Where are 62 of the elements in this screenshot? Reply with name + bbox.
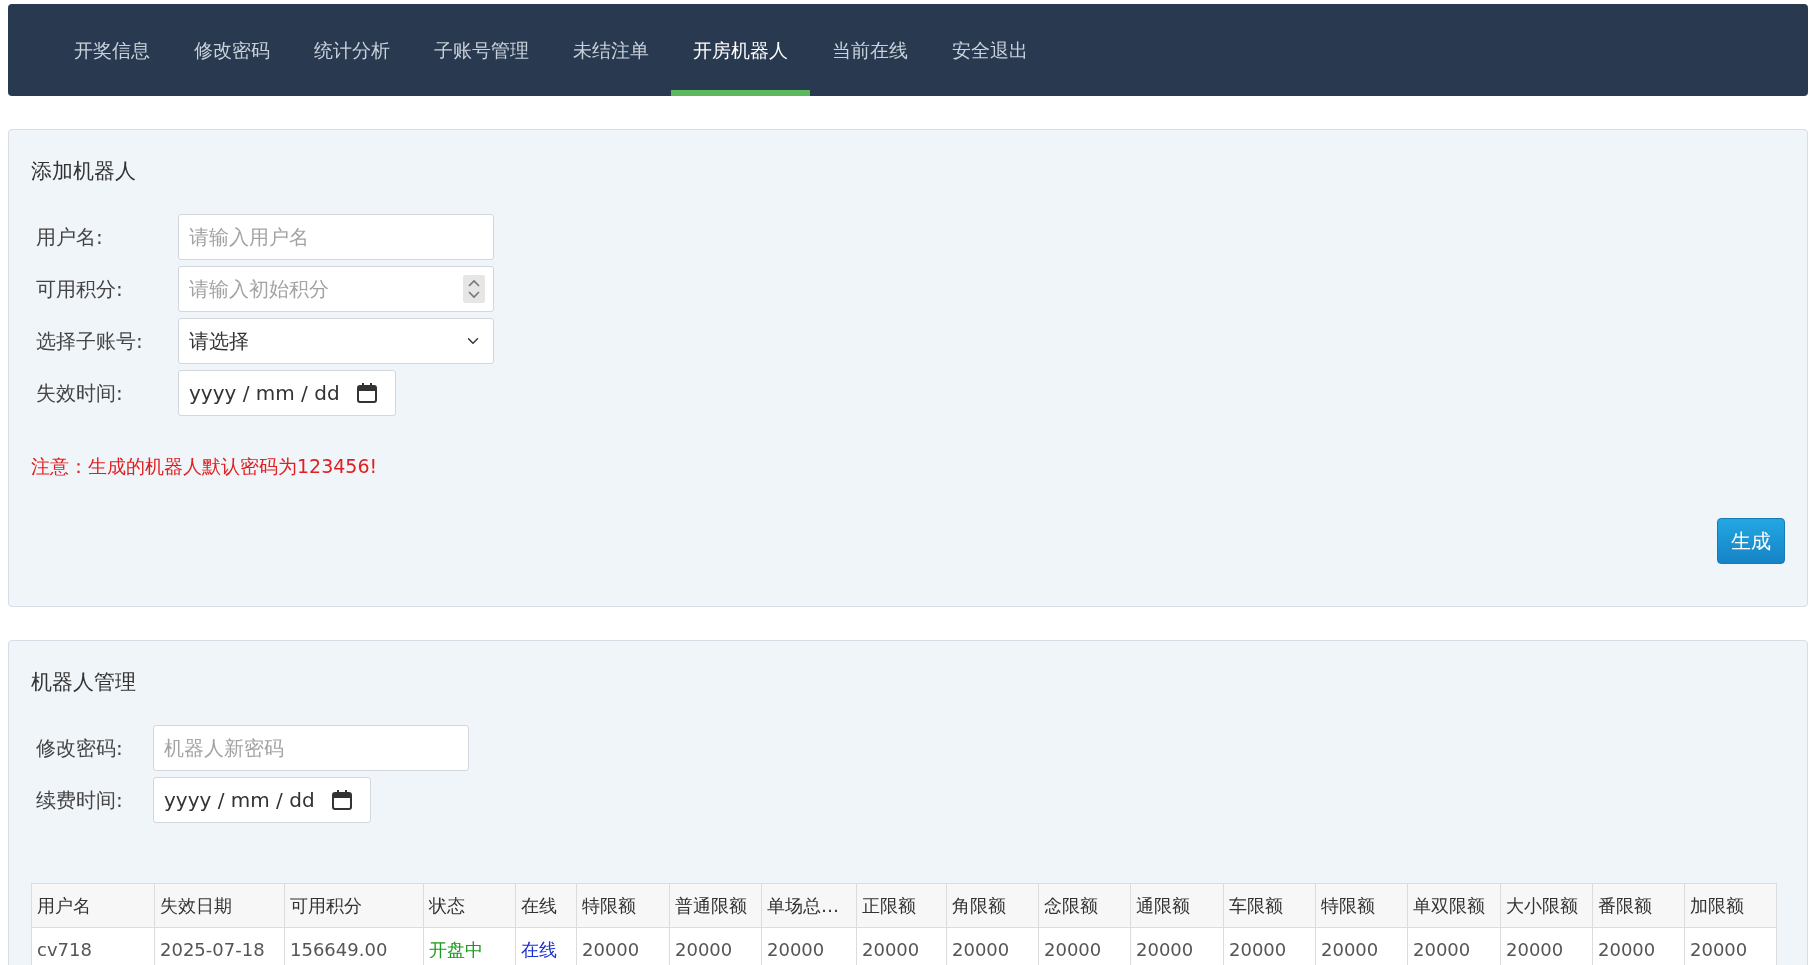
number-field[interactable]: 请输入初始积分	[178, 265, 494, 312]
panel-title: 添加机器人	[31, 158, 137, 185]
column-header: 单场总…	[761, 883, 857, 927]
table-cell: 20000	[669, 927, 762, 965]
table-cell: 20000	[1130, 927, 1224, 965]
column-header: 普通限额	[669, 883, 762, 927]
date-field[interactable]: yyyy / mm / dd	[153, 776, 371, 823]
column-header: 正限额	[856, 883, 947, 927]
column-header: 可用积分	[284, 883, 424, 927]
column-header: 特限额	[576, 883, 670, 927]
column-header: 状态	[423, 883, 516, 927]
table-cell: 20000	[1407, 927, 1501, 965]
field-label: 失效时间:	[36, 379, 124, 407]
column-header: 加限额	[1684, 883, 1777, 927]
online-link[interactable]: 在线	[515, 927, 577, 965]
nav-tab[interactable]: 安全退出	[930, 4, 1050, 96]
input-field[interactable]: 请输入用户名	[178, 213, 494, 260]
column-header: 用户名	[31, 883, 155, 927]
nav-tab[interactable]: 统计分析	[292, 4, 412, 96]
table-cell: 20000	[1223, 927, 1316, 965]
column-header: 念限额	[1038, 883, 1131, 927]
nav-tab[interactable]: 未结注单	[551, 4, 671, 96]
nav-tab[interactable]: 开奖信息	[52, 4, 172, 96]
table-cell: 20000	[946, 927, 1039, 965]
warning-text: 注意：生成的机器人默认密码为123456!	[31, 453, 379, 479]
table-cell: 20000	[761, 927, 857, 965]
input-field[interactable]: 机器人新密码	[153, 724, 469, 771]
nav-tab[interactable]: 当前在线	[810, 4, 930, 96]
field-label: 修改密码:	[36, 734, 124, 762]
field-label: 选择子账号:	[36, 327, 144, 355]
column-header: 番限额	[1592, 883, 1685, 927]
nav-tab[interactable]: 子账号管理	[412, 4, 551, 96]
table-cell: 20000	[1500, 927, 1593, 965]
calendar-icon[interactable]	[355, 381, 378, 404]
spinner-icon[interactable]	[463, 274, 485, 303]
column-header: 角限额	[946, 883, 1039, 927]
table-cell: 20000	[576, 927, 670, 965]
column-header: 车限额	[1223, 883, 1316, 927]
table-cell: 20000	[856, 927, 947, 965]
calendar-icon[interactable]	[330, 788, 353, 811]
table-cell: 156649.00	[284, 927, 424, 965]
column-header: 在线	[515, 883, 577, 927]
status-text: 开盘中	[423, 927, 516, 965]
panel-title: 机器人管理	[31, 669, 137, 696]
field-label: 续费时间:	[36, 786, 124, 814]
select-field[interactable]: 请选择	[178, 317, 494, 364]
nav-tab[interactable]: 开房机器人	[671, 4, 810, 96]
column-header: 通限额	[1130, 883, 1224, 927]
column-header: 单双限额	[1407, 883, 1501, 927]
column-header: 特限额	[1315, 883, 1408, 927]
column-header: 失效日期	[154, 883, 285, 927]
field-label: 可用积分:	[36, 275, 124, 303]
table-cell: 20000	[1592, 927, 1685, 965]
column-header: 大小限额	[1500, 883, 1593, 927]
date-field[interactable]: yyyy / mm / dd	[178, 369, 396, 416]
nav-tab[interactable]: 修改密码	[172, 4, 292, 96]
field-label: 用户名:	[36, 223, 104, 251]
table-cell: 20000	[1038, 927, 1131, 965]
table-cell: cv718	[31, 927, 155, 965]
table-cell: 20000	[1315, 927, 1408, 965]
table-cell: 2025-07-18	[154, 927, 285, 965]
table-cell: 20000	[1684, 927, 1777, 965]
